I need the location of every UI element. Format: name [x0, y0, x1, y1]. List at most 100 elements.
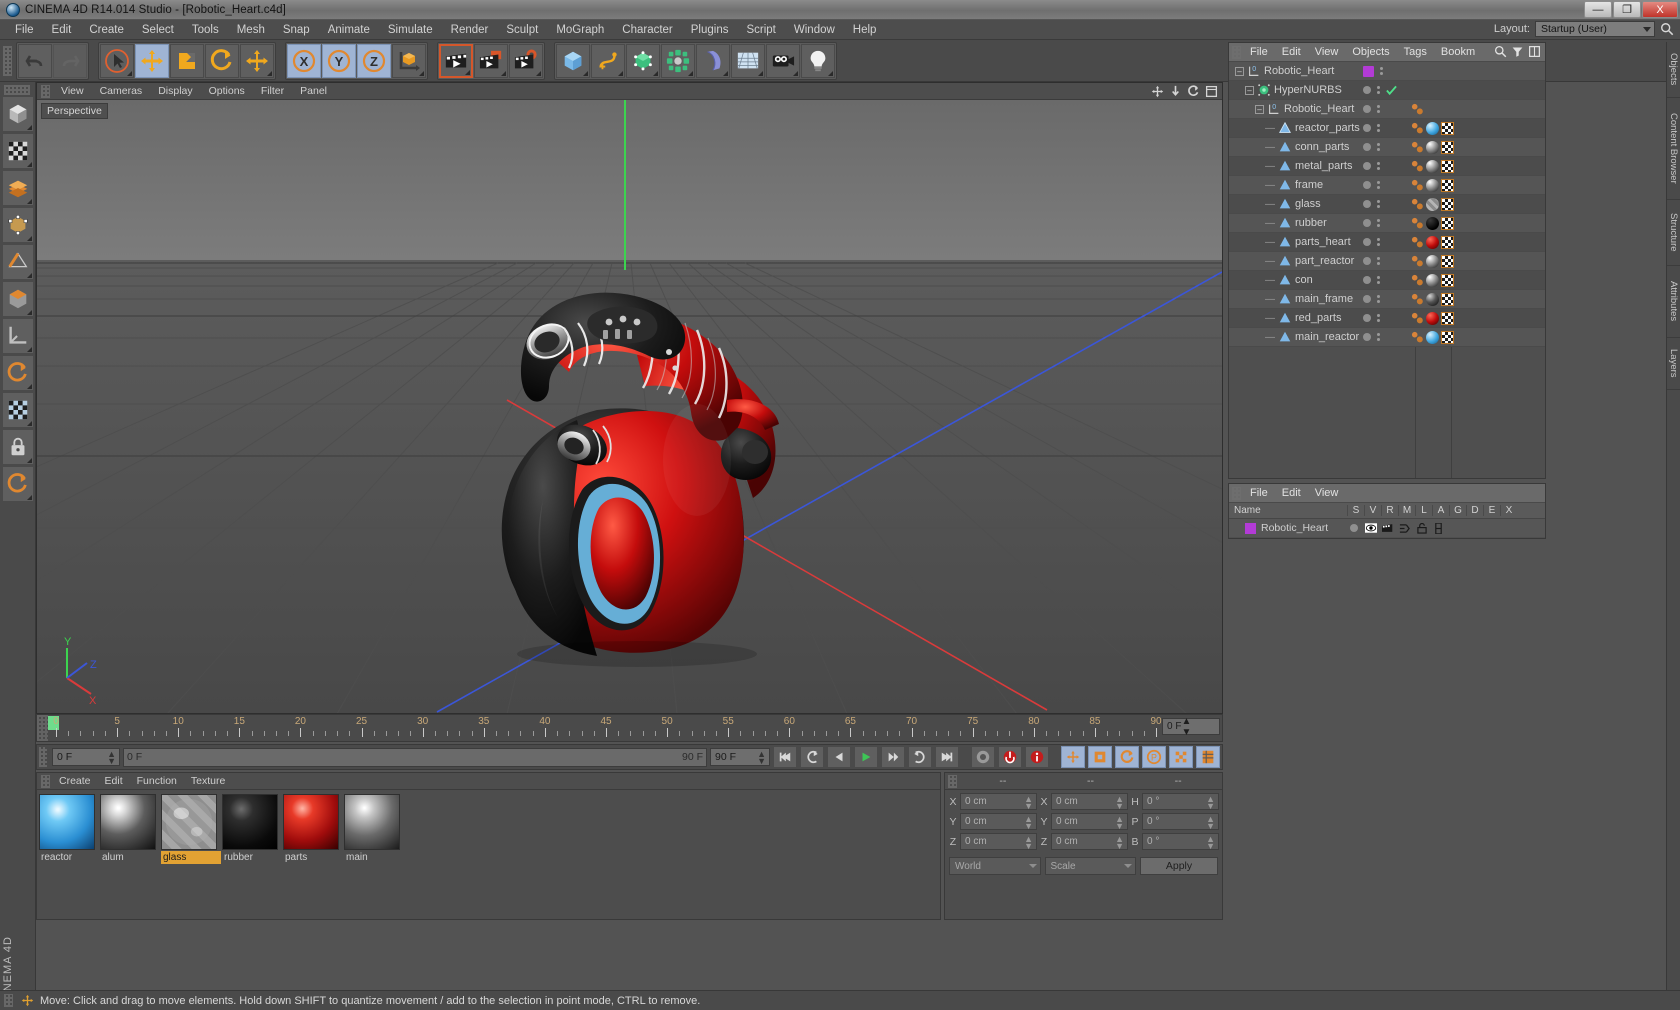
tab-content-browser[interactable]: Content Browser — [1667, 98, 1680, 200]
key-position-icon[interactable] — [1061, 746, 1085, 768]
spinner-icon[interactable]: ▲ ▼ — [1181, 716, 1191, 738]
viewport-3d-scene[interactable]: Y Z X — [37, 100, 1222, 713]
menu-snap[interactable]: Snap — [274, 22, 319, 38]
object-name[interactable]: reactor_parts — [1295, 122, 1360, 134]
phong-tag-icon[interactable] — [1411, 255, 1424, 268]
object-name[interactable]: main_frame — [1295, 293, 1353, 305]
loop-playback-icon[interactable] — [908, 746, 932, 768]
enable-dot[interactable] — [1363, 314, 1371, 322]
material-item[interactable]: glass — [161, 794, 221, 864]
object-menu-view[interactable]: View — [1308, 45, 1346, 59]
uvw-tag-icon[interactable] — [1441, 330, 1454, 344]
menu-animate[interactable]: Animate — [319, 22, 379, 38]
menu-sculpt[interactable]: Sculpt — [497, 22, 547, 38]
edge-mode-icon[interactable] — [2, 244, 34, 280]
enable-dot[interactable] — [1363, 105, 1371, 113]
model-mode-icon[interactable] — [2, 96, 34, 132]
viewport-menu-panel[interactable]: Panel — [293, 84, 334, 98]
size-x-input[interactable]: 0 cm ▲ ▼ — [1051, 793, 1128, 811]
play-forward-icon[interactable] — [854, 746, 878, 768]
spinner-icon[interactable]: ▲ ▼ — [107, 750, 116, 766]
expand-collapse-icon[interactable]: – — [1245, 85, 1254, 95]
render-settings-icon[interactable] — [509, 43, 543, 78]
material-preview[interactable] — [344, 794, 400, 850]
minimize-button[interactable]: — — [1584, 1, 1612, 18]
material-preview[interactable] — [39, 794, 95, 850]
play-back-icon[interactable] — [827, 746, 851, 768]
workplane-icon[interactable] — [2, 318, 34, 354]
menu-window[interactable]: Window — [785, 22, 844, 38]
spline-pen-icon[interactable] — [591, 43, 625, 78]
uvw-tag-icon[interactable] — [1441, 159, 1454, 173]
phong-tag-icon[interactable] — [1411, 160, 1424, 173]
axis-x-icon[interactable]: X — [287, 43, 321, 78]
left-palette-grip[interactable] — [4, 85, 30, 95]
uvw-tag-icon[interactable] — [1441, 292, 1454, 306]
material-name[interactable]: main — [344, 851, 404, 864]
layer-visible-toggle[interactable] — [1362, 523, 1379, 533]
deformer-bend-icon[interactable] — [696, 43, 730, 78]
layer-lock-toggle[interactable] — [1413, 522, 1430, 534]
viewport-menu-filter[interactable]: Filter — [254, 84, 291, 98]
menu-edit[interactable]: Edit — [43, 22, 81, 38]
tab-layers[interactable]: Layers — [1667, 338, 1680, 390]
pos-x-input[interactable]: 0 cm ▲ ▼ — [960, 793, 1037, 811]
layer-menu-file[interactable]: File — [1243, 486, 1275, 500]
move-dup-icon[interactable] — [240, 43, 274, 78]
texture-mode-icon[interactable] — [2, 133, 34, 169]
object-row-con[interactable]: — con — [1229, 271, 1545, 290]
size-y-input[interactable]: 0 cm ▲ ▼ — [1051, 813, 1128, 831]
layer-menu-view[interactable]: View — [1308, 486, 1346, 500]
material-name[interactable]: rubber — [222, 851, 282, 864]
object-row-metal-parts[interactable]: — metal_parts — [1229, 157, 1545, 176]
material-tag-icon[interactable] — [1426, 311, 1439, 325]
animation-toolbar-grip[interactable] — [39, 747, 47, 767]
move-icon[interactable] — [135, 43, 169, 78]
spinner-icon[interactable]: ▲ ▼ — [1024, 815, 1033, 831]
menu-select[interactable]: Select — [133, 22, 183, 38]
enable-dot[interactable] — [1363, 143, 1371, 151]
object-row-robotic-heart-root[interactable]: – 0 Robotic_Heart — [1229, 62, 1545, 81]
object-menu-tags[interactable]: Tags — [1397, 45, 1434, 59]
object-row-glass[interactable]: — glass — [1229, 195, 1545, 214]
object-name[interactable]: conn_parts — [1295, 141, 1349, 153]
options-icon[interactable] — [1528, 45, 1541, 58]
undo-icon[interactable] — [18, 43, 52, 78]
material-menu-edit[interactable]: Edit — [98, 774, 130, 788]
perspective-viewport[interactable]: View Cameras Display Options Filter Pane… — [36, 82, 1223, 714]
material-item[interactable]: main — [344, 794, 404, 864]
expand-collapse-icon[interactable]: – — [1235, 66, 1244, 76]
uvw-tag-icon[interactable] — [1441, 178, 1454, 192]
object-name[interactable]: HyperNURBS — [1274, 84, 1342, 96]
timeline-grip[interactable] — [37, 715, 48, 741]
enable-dot[interactable] — [1363, 276, 1371, 284]
point-mode-icon[interactable] — [2, 207, 34, 243]
layer-manager-toggle[interactable] — [1396, 523, 1413, 534]
timeline-frame-field[interactable]: 0 F ▲ ▼ — [1162, 716, 1220, 738]
spinner-icon[interactable]: ▲ ▼ — [1115, 795, 1124, 811]
apply-button[interactable]: Apply — [1140, 857, 1218, 875]
object-name[interactable]: metal_parts — [1295, 160, 1352, 172]
enable-dot[interactable] — [1363, 238, 1371, 246]
visibility-dots-icon[interactable] — [1377, 276, 1380, 284]
object-row-reactor-parts[interactable]: — reactor_parts — [1229, 119, 1545, 138]
face-mode-icon[interactable] — [2, 281, 34, 317]
cube-primitive-icon[interactable] — [556, 43, 590, 78]
spinner-icon[interactable]: ▲ ▼ — [1024, 835, 1033, 851]
menu-mograph[interactable]: MoGraph — [547, 22, 613, 38]
enable-dot[interactable] — [1363, 257, 1371, 265]
material-tag-icon[interactable] — [1426, 330, 1439, 344]
object-row-red-parts[interactable]: — red_parts — [1229, 309, 1545, 328]
object-name[interactable]: frame — [1295, 179, 1323, 191]
quantize-icon[interactable] — [2, 466, 34, 502]
material-item[interactable]: parts — [283, 794, 343, 864]
object-name[interactable]: Robotic_Heart — [1264, 65, 1334, 77]
layer-menu-edit[interactable]: Edit — [1275, 486, 1308, 500]
scale-icon[interactable] — [170, 43, 204, 78]
phong-tag-icon[interactable] — [1411, 331, 1424, 344]
material-grip[interactable] — [41, 774, 50, 788]
camera-icon[interactable] — [766, 43, 800, 78]
visibility-dots-icon[interactable] — [1377, 238, 1380, 246]
filter-icon[interactable] — [1511, 45, 1524, 58]
object-menu-objects[interactable]: Objects — [1345, 45, 1396, 59]
